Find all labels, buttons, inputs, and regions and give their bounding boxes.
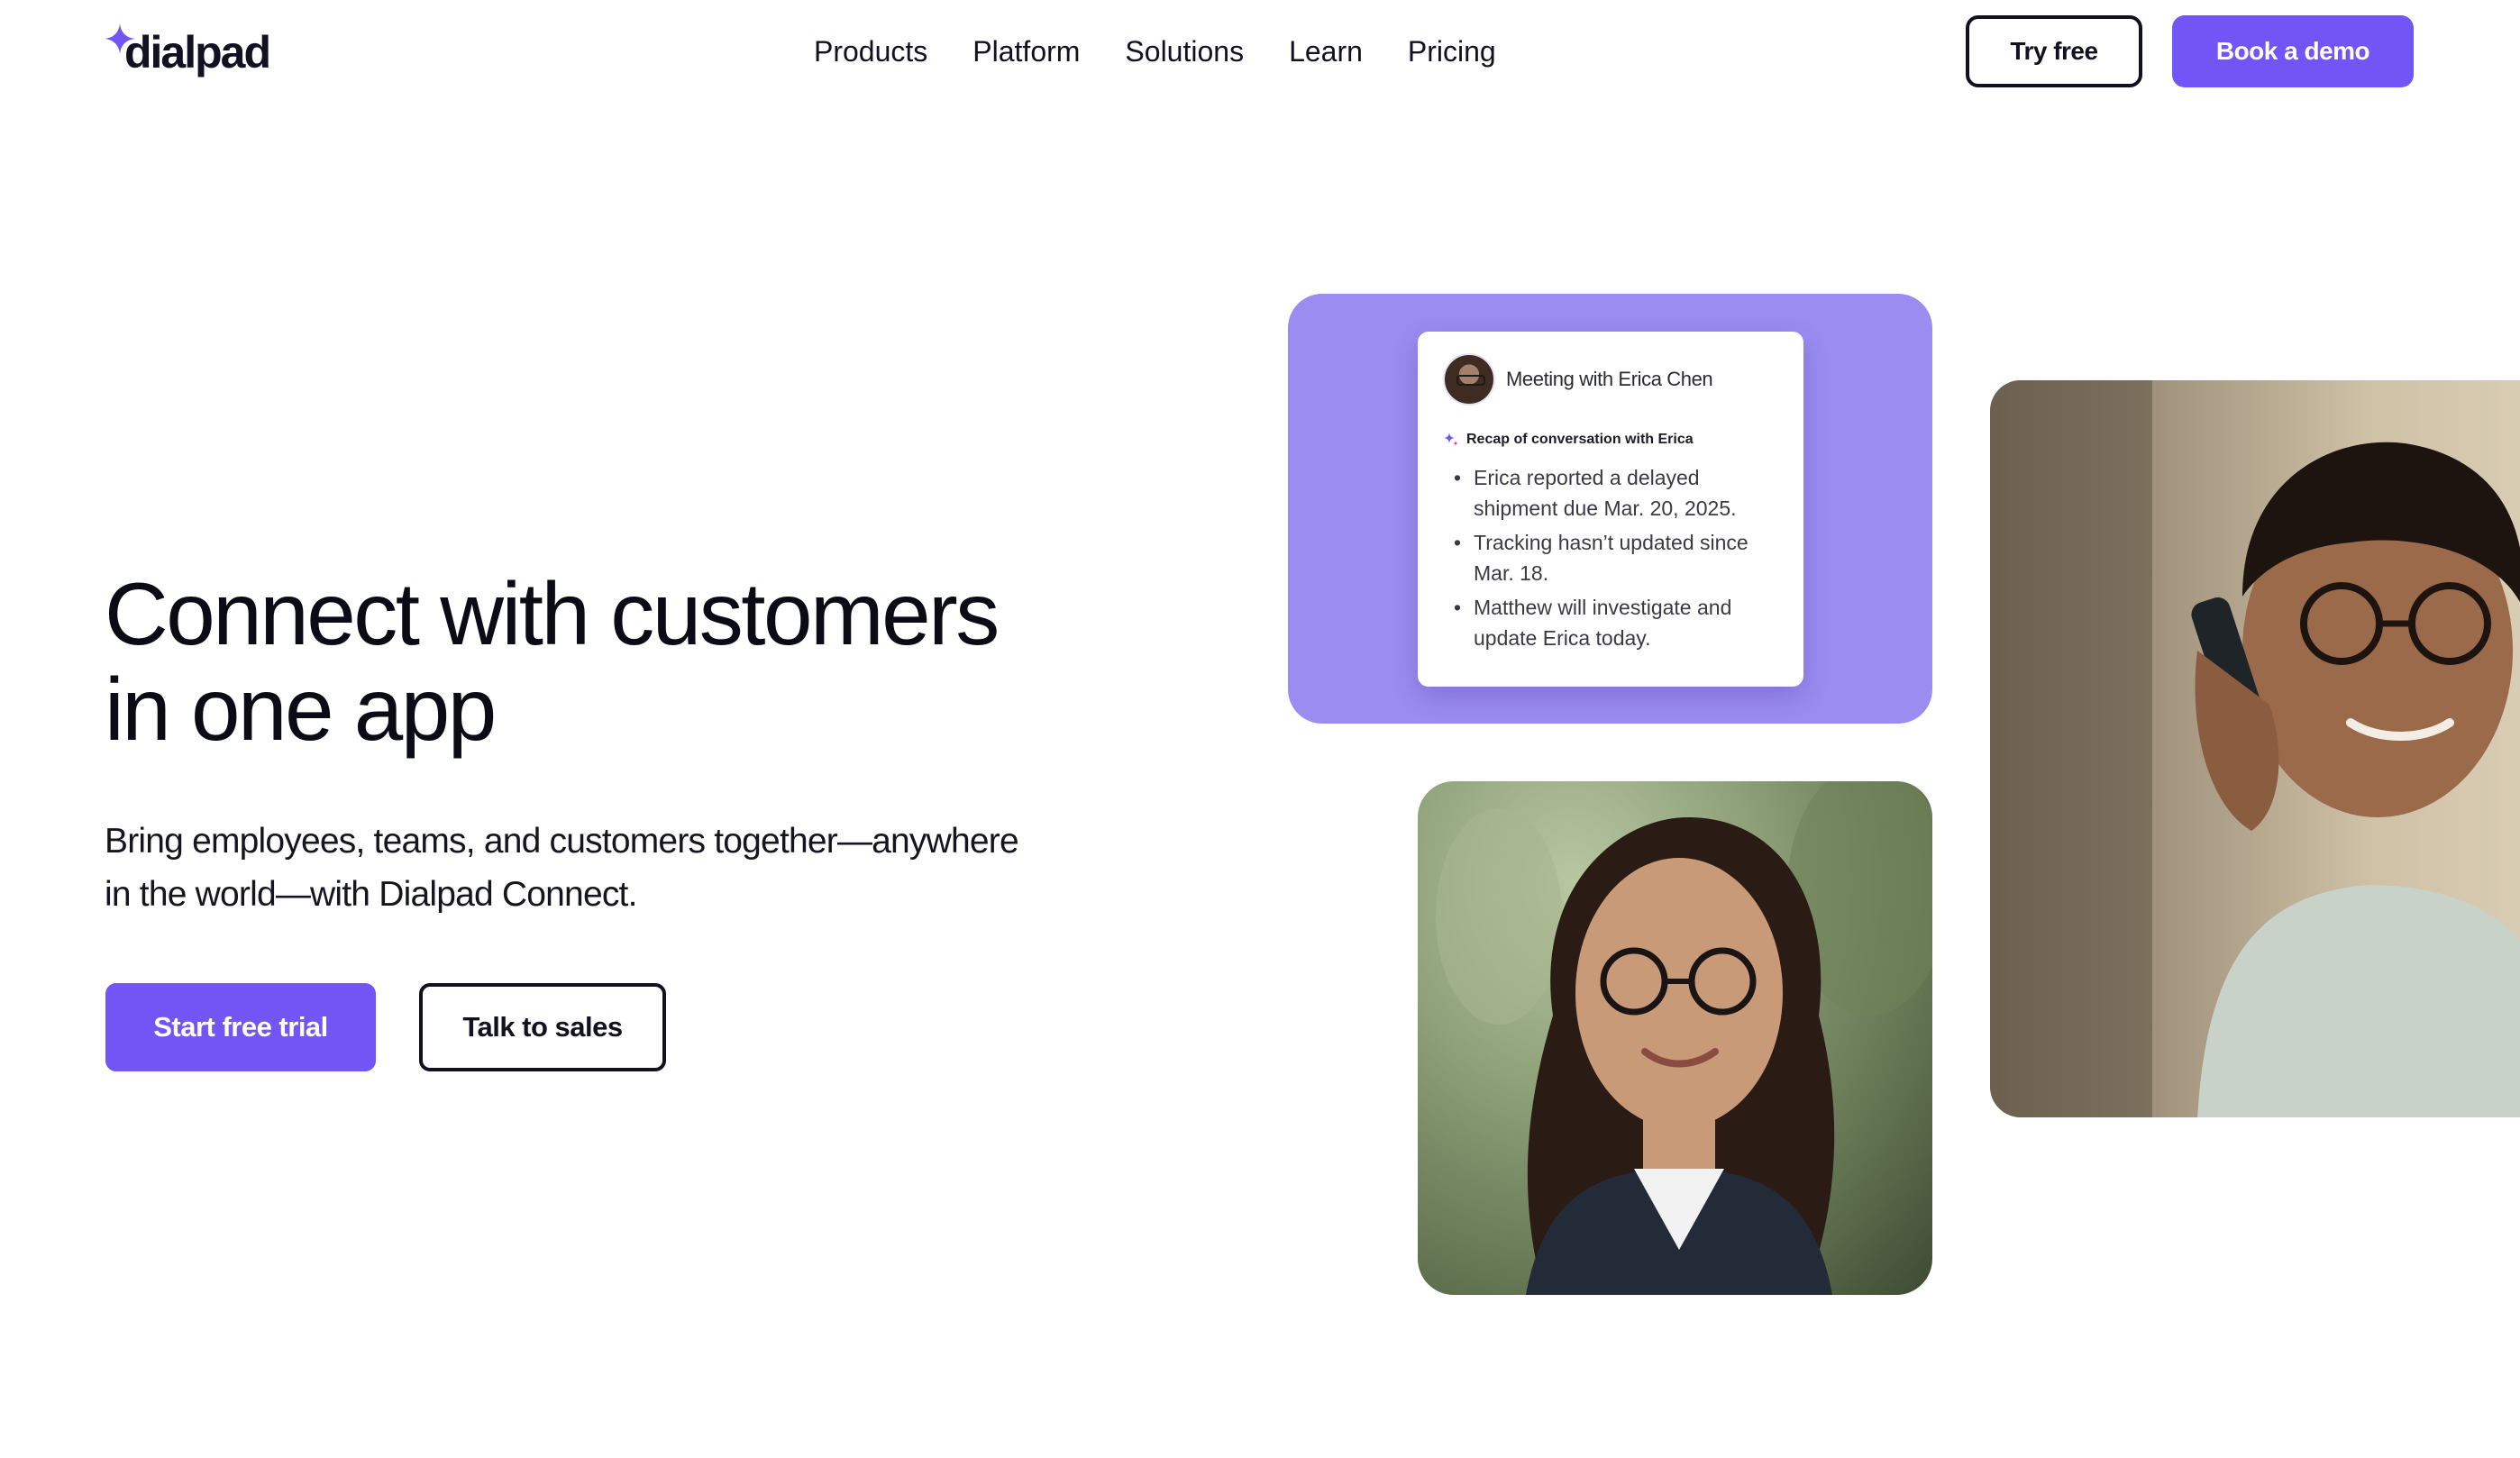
meeting-card-header: Meeting with Erica Chen [1443,353,1713,406]
nav-solutions[interactable]: Solutions [1125,29,1244,74]
recap-label-text: Recap of conversation with Erica [1466,432,1694,447]
hero-title-line-1: Connect with customers [105,564,1000,663]
recap-item: Matthew will investigate and update Eric… [1443,592,1785,653]
try-free-button[interactable]: Try free [1966,15,2142,87]
start-free-trial-button[interactable]: Start free trial [105,983,376,1071]
man-on-phone-photo [1990,380,2520,1117]
nav-products[interactable]: Products [814,29,927,74]
book-demo-button[interactable]: Book a demo [2172,15,2414,87]
dialpad-logo[interactable]: dialpad [105,23,271,81]
nav-pricing[interactable]: Pricing [1408,29,1496,74]
recap-item: Tracking hasn’t updated since Mar. 18. [1443,527,1785,588]
main-nav: Products Platform Solutions Learn Pricin… [814,29,1496,74]
recap-list: Erica reported a delayed shipment due Ma… [1443,462,1785,657]
hero-title-line-2: in one app [105,660,497,759]
man-on-phone-illustration [1990,380,2520,1117]
hero-subtitle: Bring employees, teams, and customers to… [105,815,1123,921]
sparkle-icon [105,23,135,54]
hero-subtitle-line-2: in the world—with Dialpad Connect. [105,875,637,914]
hero-title: Connect with customers in one app [105,566,1168,757]
woman-portrait-photo [1418,781,1932,1295]
meeting-recap-card: Meeting with Erica Chen Recap of convers… [1418,332,1803,687]
recap-item: Erica reported a delayed shipment due Ma… [1443,462,1785,524]
nav-platform[interactable]: Platform [972,29,1080,74]
nav-learn[interactable]: Learn [1289,29,1363,74]
hero-subtitle-line-1: Bring employees, teams, and customers to… [105,822,1019,861]
talk-to-sales-button[interactable]: Talk to sales [419,983,666,1071]
ai-sparkle-icon [1444,433,1458,446]
recap-label: Recap of conversation with Erica [1443,432,1694,448]
logo-wordmark: dialpad [124,27,271,77]
meeting-title: Meeting with Erica Chen [1506,368,1713,390]
site-header: dialpad Products Platform Solutions Lear… [0,0,2520,105]
avatar [1443,353,1495,406]
woman-portrait-illustration [1436,781,1932,1295]
